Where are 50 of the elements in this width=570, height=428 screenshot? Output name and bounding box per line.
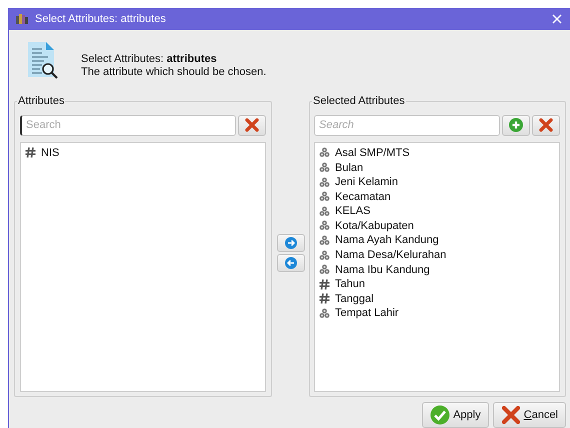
move-left-button[interactable] <box>276 254 304 272</box>
clear-button[interactable] <box>532 114 560 136</box>
attribute-name[interactable]: Nama Ibu Kandung <box>335 264 430 276</box>
attribute-name[interactable]: Nama Ayah Kandung <box>335 234 439 246</box>
cluster-icon <box>319 147 330 158</box>
clear-icon <box>539 118 553 132</box>
clear-icon <box>245 118 259 132</box>
dialog-description: The attribute which should be chosen. <box>81 66 266 78</box>
arrow-right-icon <box>284 236 296 249</box>
attribute-name[interactable]: Kecamatan <box>335 190 391 203</box>
dialog-heading: Select Attributes: attributes <box>81 52 218 65</box>
cluster-icon <box>319 206 330 217</box>
apply-button[interactable]: Apply <box>422 402 489 428</box>
attribute-name[interactable]: Tanggal <box>335 292 374 305</box>
arrow-left-icon <box>284 256 296 269</box>
hash-icon <box>319 293 330 304</box>
group-label: Selected Attributes <box>312 94 406 107</box>
search-field[interactable]: Search <box>20 114 236 136</box>
attribute-name[interactable]: Kota/Kabupaten <box>335 220 414 232</box>
check-icon <box>430 405 450 425</box>
attribute-name[interactable]: Asal SMP/MTS <box>335 146 410 159</box>
attribute-name[interactable]: Tahun <box>335 278 365 290</box>
cluster-icon <box>319 308 330 319</box>
cancel-button[interactable]: Cancel <box>492 402 566 428</box>
move-right-button[interactable] <box>276 234 304 252</box>
cancel-icon <box>500 405 521 425</box>
document-search-icon <box>26 40 60 81</box>
window-title: Select Attributes: attributes <box>35 12 167 25</box>
hash-icon <box>319 278 330 290</box>
clear-button[interactable] <box>238 114 266 136</box>
cluster-icon <box>319 234 330 246</box>
attribute-name[interactable]: KELAS <box>335 205 370 218</box>
attribute-name[interactable]: Tempat Lahir <box>335 307 399 320</box>
cluster-icon <box>319 191 330 202</box>
group-label: Attributes <box>17 94 66 107</box>
cluster-icon <box>319 162 330 174</box>
plus-icon <box>509 118 523 132</box>
attribute-name[interactable]: Bulan <box>335 162 364 174</box>
cluster-icon <box>319 264 330 276</box>
attribute-name[interactable]: Jeni Kelamin <box>335 176 398 188</box>
cluster-icon <box>319 220 330 232</box>
search-field[interactable]: Search <box>314 114 500 136</box>
cluster-icon <box>319 176 330 188</box>
cluster-icon <box>319 250 330 261</box>
hash-icon <box>25 147 36 158</box>
app-icon <box>15 12 29 25</box>
attribute-name[interactable]: Nama Desa/Kelurahan <box>335 249 446 262</box>
close-icon[interactable] <box>552 14 562 24</box>
attribute-name[interactable]: NIS <box>41 146 60 159</box>
add-button[interactable] <box>502 114 530 136</box>
